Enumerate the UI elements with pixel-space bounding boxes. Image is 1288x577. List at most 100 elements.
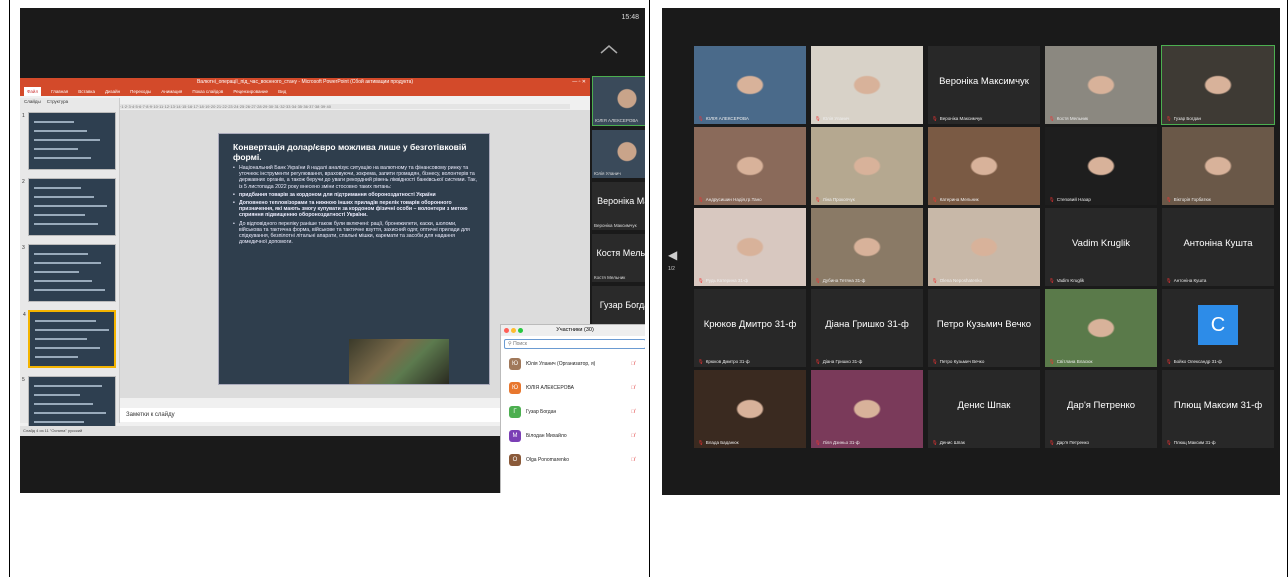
participant-row[interactable]: Ю Юлія Уланич (Организатор, я) 🎙̸	[501, 352, 645, 376]
participant-avatar: Ю	[509, 382, 521, 394]
tile-label: 🎙 Дар'я Петренко	[1049, 440, 1089, 446]
participant-row[interactable]: Г Гузар Богдан 🎙̸	[501, 400, 645, 424]
slide-heading: Конвертація долар/євро можлива лише у бе…	[233, 142, 467, 162]
thumbnail-tab[interactable]: Структура	[47, 98, 68, 106]
tile-label-text: Антоніна Кушта	[1173, 278, 1207, 283]
participant-tile[interactable]: Петро Кузьмич Вечко 🎙 Петро Кузьмич Вечко	[928, 289, 1040, 367]
participants-list: Ю Юлія Уланич (Организатор, я) 🎙̸ Ю ЮЛІЯ АЛЕ…	[501, 352, 645, 472]
slide-thumbnail[interactable]: 1	[22, 112, 116, 170]
participant-tile[interactable]: 🎙 Ліля Дзиньо 31-ф	[811, 370, 923, 448]
tile-label: 🎙 Рудь Катерина 31-ф	[698, 278, 748, 284]
tile-label-text: Olena Neposhatenko	[939, 278, 982, 283]
participant-avatar: О	[509, 454, 521, 466]
participant-tile[interactable]: 🎙 Дубина Тетяна 31-ф	[811, 208, 923, 286]
thumbnail-line	[35, 329, 109, 331]
participant-tile[interactable]: 🎙 Рудь Катерина 31-ф	[694, 208, 806, 286]
ribbon-tab[interactable]: Файл	[24, 87, 42, 96]
mic-muted-icon: 🎙	[698, 440, 704, 445]
participant-tile[interactable]: Антоніна Кушта 🎙 Антоніна Кушта	[1162, 208, 1274, 286]
mic-muted-icon[interactable]: 🎙̸	[631, 457, 645, 463]
tile-label-text: Ліна Прокопчук	[822, 197, 855, 202]
previous-page-icon[interactable]: ◀	[668, 248, 677, 262]
ribbon-tab[interactable]: Показ слайдов	[192, 87, 223, 96]
ribbon-tab[interactable]: Рецензирование	[233, 87, 268, 96]
participant-tile[interactable]: Денис Шпак 🎙 Денис Шпак	[928, 370, 1040, 448]
ruler: ·1·2·3·4·5·6·7·8·9·10·11·12·13·14·15·16·…	[120, 104, 570, 109]
chevron-up-icon[interactable]	[600, 44, 618, 54]
ribbon-tab[interactable]: Переходы	[130, 87, 151, 96]
participant-tile[interactable]: 🎙 Костя Мельник	[1045, 46, 1157, 124]
tile-label: 🎙 Olena Neposhatenko	[932, 278, 982, 284]
tile-label: 🎙 Катерина Мельник	[932, 197, 979, 203]
mic-muted-icon[interactable]: 🎙̸	[631, 409, 645, 415]
tile-display-name: Діана Гришко 31-ф	[825, 319, 909, 330]
tile-label: 🎙 ЮЛІЯ АЛЕКСЕРОВА	[698, 116, 749, 122]
participant-name: ЮЛІЯ АЛЕКСЕРОВА	[526, 385, 574, 391]
ribbon-tab[interactable]: Дизайн	[105, 87, 120, 96]
ribbon-tab[interactable]: Главная	[51, 87, 68, 96]
mic-muted-icon: 🎙	[932, 440, 938, 445]
participant-tile[interactable]: 🎙 Юлія Уланич	[811, 46, 923, 124]
slide-thumbnail[interactable]: 2	[22, 178, 116, 236]
participant-tile[interactable]: 🎙 Влада Баданюк	[694, 370, 806, 448]
participants-search-input[interactable]: ⚲ Поиск	[504, 339, 645, 349]
tile-label-text: Андрусишин Надія,гр.Тано	[705, 197, 762, 202]
participant-tile[interactable]: 🎙 ЮЛІЯ АЛЕКСЕРОВА	[694, 46, 806, 124]
powerpoint-titlebar: Валютні_операції_під_час_воєнного_стану …	[20, 78, 590, 87]
participant-tile[interactable]: Плющ Максим 31-ф 🎙 Плющ Максим 31-ф	[1162, 370, 1274, 448]
participant-tile[interactable]: Дар'я Петренко 🎙 Дар'я Петренко	[1045, 370, 1157, 448]
powerpoint-title: Валютні_операції_під_час_воєнного_стану …	[196, 79, 414, 85]
strip-video-tile[interactable]: Юлія Уланич	[592, 130, 645, 178]
strip-video-tile[interactable]: Вероніка Ма... Вероніка Максимчук	[592, 182, 645, 230]
thumbnail-tab[interactable]: Слайды	[24, 98, 41, 106]
tile-label: 🎙 Світлана Власюк	[1049, 359, 1092, 365]
strip-video-tile[interactable]: ЮЛІЯ АЛЕКСЕРОВА	[592, 76, 645, 126]
slide-notes-field[interactable]: Заметки к слайду	[120, 408, 540, 422]
participant-tile[interactable]: C 🎙 Бойко Олександр 31-ф	[1162, 289, 1274, 367]
tile-label: 🎙 Вероніка Максимчук	[932, 116, 982, 122]
video-feed	[694, 208, 806, 286]
ribbon-tab[interactable]: Вставка	[78, 87, 95, 96]
mic-muted-icon[interactable]: 🎙̸	[631, 385, 645, 391]
mic-muted-icon: 🎙	[815, 278, 821, 283]
mic-muted-icon: 🎙	[932, 359, 938, 364]
tile-label: 🎙 Дубина Тетяна 31-ф	[815, 278, 865, 284]
video-feed	[811, 127, 923, 205]
thumbnail-line	[34, 157, 91, 159]
thumbnail-line	[35, 356, 78, 358]
participant-row[interactable]: М Білодан Михайло 🎙̸	[501, 424, 645, 448]
thumbnail-line	[34, 205, 107, 207]
tile-label-text: Світлана Власюк	[1056, 359, 1093, 364]
window-dots-icon[interactable]	[504, 328, 523, 333]
participant-tile[interactable]: Крюков Дмитро 31-ф 🎙 Крюков Дмитро 31-ф	[694, 289, 806, 367]
thumbnail-line	[35, 347, 100, 349]
clock: 15:48	[621, 14, 639, 21]
participant-tile[interactable]: Vadim Kruglik 🎙 Vadim Kruglik	[1045, 208, 1157, 286]
slide-number: 5	[22, 377, 25, 383]
participant-tile[interactable]: 🎙 Степовий Назар	[1045, 127, 1157, 205]
ribbon-tab[interactable]: Анимация	[161, 87, 182, 96]
participant-tile[interactable]: 🎙 Olena Neposhatenko	[928, 208, 1040, 286]
slide-thumbnail[interactable]: 3	[22, 244, 116, 302]
video-feed	[1045, 127, 1157, 205]
mic-muted-icon[interactable]: 🎙̸	[631, 433, 645, 439]
participant-name: Olga Ponomarenko	[526, 457, 570, 463]
slide-thumbnail[interactable]: 4	[23, 310, 116, 368]
participant-tile[interactable]: Вероніка Максимчук 🎙 Вероніка Максимчук	[928, 46, 1040, 124]
participant-row[interactable]: Ю ЮЛІЯ АЛЕКСЕРОВА 🎙̸	[501, 376, 645, 400]
participant-tile[interactable]: 🎙 Катерина Мельник	[928, 127, 1040, 205]
current-slide[interactable]: Конвертація долар/євро можлива лише у бе…	[218, 133, 490, 385]
mic-muted-icon: 🎙	[815, 116, 821, 121]
window-controls-icon[interactable]: — ▫ ✕	[572, 78, 586, 87]
participant-tile[interactable]: 🎙 Андрусишин Надія,гр.Тано	[694, 127, 806, 205]
participant-tile[interactable]: 🎙 Гузар Богдан	[1161, 45, 1275, 125]
participant-tile[interactable]: 🎙 Ліна Прокопчук	[811, 127, 923, 205]
participant-row[interactable]: О Olga Ponomarenko 🎙̸	[501, 448, 645, 472]
participant-tile[interactable]: 🎙 Світлана Власюк	[1045, 289, 1157, 367]
strip-video-tile[interactable]: Костя Мельн... Костя Мельник	[592, 234, 645, 282]
participant-tile[interactable]: 🎙 Вікторія Горбатюк	[1162, 127, 1274, 205]
ribbon-tab[interactable]: Вид	[278, 87, 286, 96]
mic-muted-icon[interactable]: 🎙̸	[631, 361, 645, 367]
tile-display-name: Денис Шпак	[957, 400, 1011, 411]
participant-tile[interactable]: Діана Гришко 31-ф 🎙 Діана Гришко 31-ф	[811, 289, 923, 367]
